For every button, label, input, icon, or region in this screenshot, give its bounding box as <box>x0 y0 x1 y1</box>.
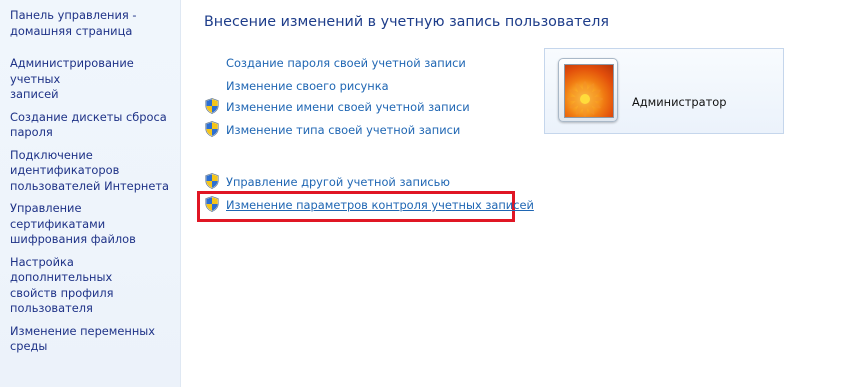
change-account-type-link[interactable]: Изменение типа своей учетной записи <box>226 123 460 137</box>
change-picture-link[interactable]: Изменение своего рисунка <box>226 79 389 93</box>
sidebar-item-online-ids[interactable]: Подключение идентификаторов пользователе… <box>10 148 176 195</box>
uac-settings-link[interactable]: Изменение параметров контроля учетных за… <box>226 198 534 212</box>
change-account-name-link[interactable]: Изменение имени своей учетной записи <box>226 100 470 114</box>
create-password-link[interactable]: Создание пароля своей учетной записи <box>226 56 466 70</box>
user-name: Администратор <box>632 95 727 109</box>
uac-shield-icon <box>205 121 219 137</box>
avatar[interactable] <box>558 58 618 122</box>
uac-shield-icon <box>205 196 219 212</box>
sidebar-item-encryption-certificates[interactable]: Управление сертификатами шифрования файл… <box>10 201 176 248</box>
sidebar-item-environment-variables[interactable]: Изменение переменных среды <box>10 324 176 355</box>
flower-picture <box>567 81 603 117</box>
sidebar: Панель управления - домашняя страница Ад… <box>0 0 181 387</box>
sidebar-home-link[interactable]: Панель управления - домашняя страница <box>10 8 176 39</box>
sidebar-item-manage-accounts[interactable]: Администрирование учетных записей <box>10 56 176 103</box>
manage-another-account-link[interactable]: Управление другой учетной записью <box>226 175 450 189</box>
uac-shield-icon <box>205 98 219 114</box>
sidebar-item-profile-properties[interactable]: Настройка дополнительных свойств профиля… <box>10 255 176 317</box>
user-card: Администратор <box>544 48 784 134</box>
flower-picture-icon <box>564 64 614 118</box>
uac-shield-icon <box>205 173 219 189</box>
page-title: Внесение изменений в учетную запись поль… <box>204 14 609 30</box>
sidebar-item-reset-disk[interactable]: Создание дискеты сброса пароля <box>10 110 176 141</box>
